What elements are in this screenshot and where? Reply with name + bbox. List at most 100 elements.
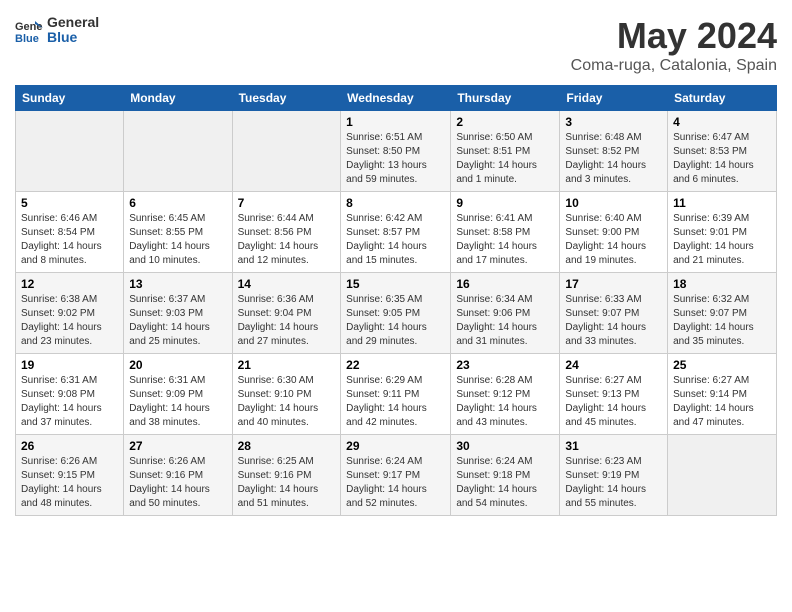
week-row-1: 1 Sunrise: 6:51 AMSunset: 8:50 PMDaylight… [16, 111, 777, 192]
calendar-cell: 22 Sunrise: 6:29 AMSunset: 9:11 PMDayligh… [341, 354, 451, 435]
svg-text:General: General [15, 21, 43, 33]
day-info: Sunrise: 6:32 AMSunset: 9:07 PMDaylight:… [673, 293, 771, 349]
calendar-cell: 30 Sunrise: 6:24 AMSunset: 9:18 PMDayligh… [451, 435, 560, 516]
calendar-cell: 17Sunrise: 6:33 AMSunset: 9:07 PMDayligh… [560, 273, 668, 354]
day-info: Sunrise: 6:26 AMSunset: 9:15 PMDaylight:… [21, 455, 118, 511]
day-number: 16 [456, 277, 554, 291]
svg-text:Blue: Blue [15, 33, 39, 44]
day-number: 26 [21, 439, 118, 453]
day-info: Sunrise: 6:36 AMSunset: 9:04 PMDaylight:… [238, 293, 336, 349]
header-day-thursday: Thursday [451, 86, 560, 111]
day-info: Sunrise: 6:34 AMSunset: 9:06 PMDaylight:… [456, 293, 554, 349]
day-number: 23 [456, 358, 554, 372]
calendar-cell: 9 Sunrise: 6:41 AMSunset: 8:58 PMDaylight… [451, 192, 560, 273]
subtitle: Coma-ruga, Catalonia, Spain [571, 57, 777, 75]
day-number: 12 [21, 277, 118, 291]
day-info: Sunrise: 6:24 AMSunset: 9:18 PMDaylight:… [456, 455, 554, 511]
calendar-cell: 10 Sunrise: 6:40 AMSunset: 9:00 PMDayligh… [560, 192, 668, 273]
day-info: Sunrise: 6:27 AMSunset: 9:14 PMDaylight:… [673, 374, 771, 430]
day-info: Sunrise: 6:51 AMSunset: 8:50 PMDaylight:… [346, 131, 445, 187]
day-number: 22 [346, 358, 445, 372]
calendar-cell: 12 Sunrise: 6:38 AMSunset: 9:02 PMDayligh… [16, 273, 124, 354]
calendar-header: SundayMondayTuesdayWednesdayThursdayFrid… [16, 86, 777, 111]
day-number: 2 [456, 115, 554, 129]
header-day-tuesday: Tuesday [232, 86, 341, 111]
page-header: General Blue General Blue May 2024 Coma-… [15, 15, 777, 75]
day-number: 28 [238, 439, 336, 453]
day-number: 5 [21, 196, 118, 210]
week-row-5: 26 Sunrise: 6:26 AMSunset: 9:15 PMDayligh… [16, 435, 777, 516]
day-number: 30 [456, 439, 554, 453]
day-info: Sunrise: 6:23 AMSunset: 9:19 PMDaylight:… [565, 455, 662, 511]
calendar-cell: 20 Sunrise: 6:31 AMSunset: 9:09 PMDayligh… [124, 354, 232, 435]
day-info: Sunrise: 6:37 AMSunset: 9:03 PMDaylight:… [129, 293, 226, 349]
day-info: Sunrise: 6:42 AMSunset: 8:57 PMDaylight:… [346, 212, 445, 268]
day-info: Sunrise: 6:38 AMSunset: 9:02 PMDaylight:… [21, 293, 118, 349]
header-day-friday: Friday [560, 86, 668, 111]
calendar-cell: 23Sunrise: 6:28 AMSunset: 9:12 PMDayligh… [451, 354, 560, 435]
day-info: Sunrise: 6:50 AMSunset: 8:51 PMDaylight:… [456, 131, 554, 187]
day-number: 18 [673, 277, 771, 291]
day-info: Sunrise: 6:24 AMSunset: 9:17 PMDaylight:… [346, 455, 445, 511]
calendar-cell: 4 Sunrise: 6:47 AMSunset: 8:53 PMDaylight… [668, 111, 777, 192]
day-number: 4 [673, 115, 771, 129]
day-number: 15 [346, 277, 445, 291]
day-number: 1 [346, 115, 445, 129]
calendar-body: 1 Sunrise: 6:51 AMSunset: 8:50 PMDaylight… [16, 111, 777, 516]
calendar-cell: 1 Sunrise: 6:51 AMSunset: 8:50 PMDaylight… [341, 111, 451, 192]
day-number: 20 [129, 358, 226, 372]
calendar-cell: 27 Sunrise: 6:26 AMSunset: 9:16 PMDayligh… [124, 435, 232, 516]
calendar-cell: 28 Sunrise: 6:25 AMSunset: 9:16 PMDayligh… [232, 435, 341, 516]
header-day-monday: Monday [124, 86, 232, 111]
calendar-cell [16, 111, 124, 192]
day-number: 8 [346, 196, 445, 210]
day-number: 3 [565, 115, 662, 129]
calendar-cell: 6 Sunrise: 6:45 AMSunset: 8:55 PMDaylight… [124, 192, 232, 273]
header-day-saturday: Saturday [668, 86, 777, 111]
calendar-cell: 24Sunrise: 6:27 AMSunset: 9:13 PMDayligh… [560, 354, 668, 435]
day-number: 31 [565, 439, 662, 453]
calendar-cell: 7Sunrise: 6:44 AMSunset: 8:56 PMDaylight… [232, 192, 341, 273]
day-info: Sunrise: 6:40 AMSunset: 9:00 PMDaylight:… [565, 212, 662, 268]
day-info: Sunrise: 6:31 AMSunset: 9:08 PMDaylight:… [21, 374, 118, 430]
day-number: 19 [21, 358, 118, 372]
calendar-cell: 25 Sunrise: 6:27 AMSunset: 9:14 PMDayligh… [668, 354, 777, 435]
calendar-cell: 29 Sunrise: 6:24 AMSunset: 9:17 PMDayligh… [341, 435, 451, 516]
day-number: 21 [238, 358, 336, 372]
calendar-cell: 5Sunrise: 6:46 AMSunset: 8:54 PMDaylight… [16, 192, 124, 273]
day-info: Sunrise: 6:29 AMSunset: 9:11 PMDaylight:… [346, 374, 445, 430]
day-number: 13 [129, 277, 226, 291]
main-title: May 2024 [571, 15, 777, 57]
calendar-cell: 3Sunrise: 6:48 AMSunset: 8:52 PMDaylight… [560, 111, 668, 192]
calendar-cell [668, 435, 777, 516]
day-info: Sunrise: 6:31 AMSunset: 9:09 PMDaylight:… [129, 374, 226, 430]
day-info: Sunrise: 6:41 AMSunset: 8:58 PMDaylight:… [456, 212, 554, 268]
calendar-cell: 8 Sunrise: 6:42 AMSunset: 8:57 PMDaylight… [341, 192, 451, 273]
calendar-cell [232, 111, 341, 192]
week-row-4: 19 Sunrise: 6:31 AMSunset: 9:08 PMDayligh… [16, 354, 777, 435]
day-number: 9 [456, 196, 554, 210]
logo-icon: General Blue [15, 16, 43, 44]
day-info: Sunrise: 6:39 AMSunset: 9:01 PMDaylight:… [673, 212, 771, 268]
day-number: 10 [565, 196, 662, 210]
logo-text-general: General [47, 15, 99, 30]
day-number: 27 [129, 439, 226, 453]
day-info: Sunrise: 6:44 AMSunset: 8:56 PMDaylight:… [238, 212, 336, 268]
day-info: Sunrise: 6:30 AMSunset: 9:10 PMDaylight:… [238, 374, 336, 430]
day-number: 11 [673, 196, 771, 210]
day-info: Sunrise: 6:25 AMSunset: 9:16 PMDaylight:… [238, 455, 336, 511]
day-info: Sunrise: 6:35 AMSunset: 9:05 PMDaylight:… [346, 293, 445, 349]
header-day-sunday: Sunday [16, 86, 124, 111]
day-number: 14 [238, 277, 336, 291]
title-section: May 2024 Coma-ruga, Catalonia, Spain [571, 15, 777, 75]
day-number: 6 [129, 196, 226, 210]
day-number: 25 [673, 358, 771, 372]
day-info: Sunrise: 6:26 AMSunset: 9:16 PMDaylight:… [129, 455, 226, 511]
calendar-table: SundayMondayTuesdayWednesdayThursdayFrid… [15, 85, 777, 516]
calendar-cell: 19 Sunrise: 6:31 AMSunset: 9:08 PMDayligh… [16, 354, 124, 435]
day-info: Sunrise: 6:45 AMSunset: 8:55 PMDaylight:… [129, 212, 226, 268]
day-info: Sunrise: 6:47 AMSunset: 8:53 PMDaylight:… [673, 131, 771, 187]
calendar-cell: 13 Sunrise: 6:37 AMSunset: 9:03 PMDayligh… [124, 273, 232, 354]
week-row-3: 12 Sunrise: 6:38 AMSunset: 9:02 PMDayligh… [16, 273, 777, 354]
day-number: 29 [346, 439, 445, 453]
